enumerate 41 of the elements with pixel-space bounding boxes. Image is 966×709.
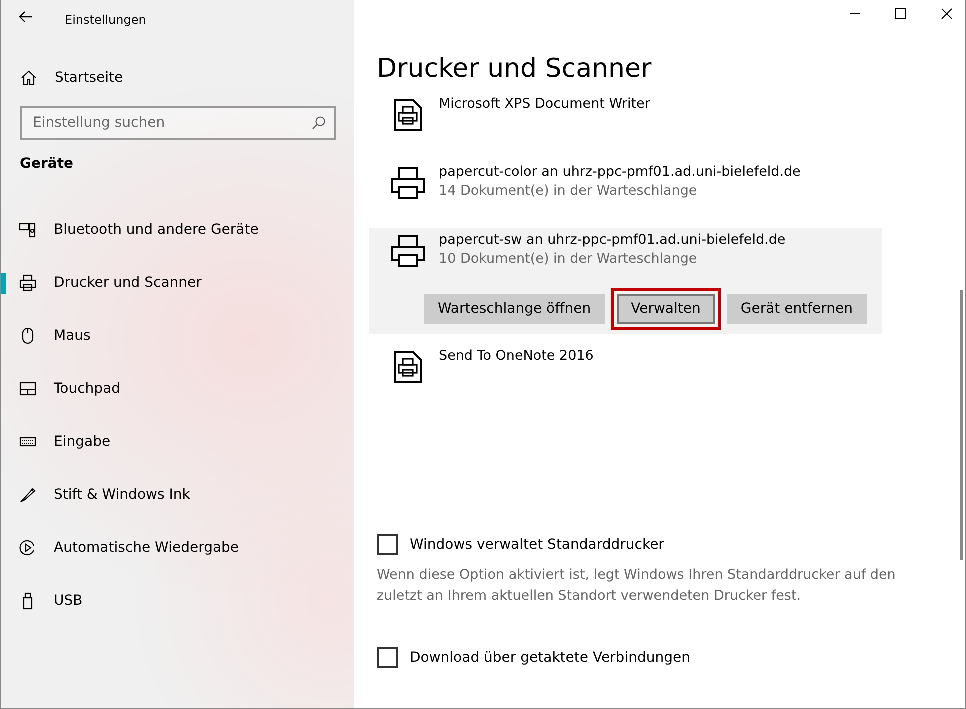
devices-icon bbox=[19, 220, 37, 238]
maximize-icon[interactable] bbox=[895, 8, 907, 20]
nav-item[interactable]: Automatische Wiedergabe bbox=[1, 521, 354, 574]
search-icon bbox=[312, 116, 326, 130]
nav-item[interactable]: Stift & Windows Ink bbox=[1, 468, 354, 521]
checkbox-label[interactable]: Windows verwaltet Standarddrucker bbox=[410, 536, 664, 552]
touchpad-icon bbox=[19, 380, 37, 398]
search-field[interactable]: Einstellung suchen bbox=[20, 106, 336, 140]
printer-icon bbox=[390, 234, 426, 268]
printer-name: papercut-sw an uhrz-ppc-pmf01.ad.uni-bielefeld.de bbox=[439, 232, 786, 248]
printer-name: Send To OneNote 2016 bbox=[439, 348, 594, 364]
printer-icon bbox=[390, 166, 426, 200]
scrollbar-thumb[interactable] bbox=[960, 290, 963, 560]
checkbox[interactable] bbox=[377, 647, 398, 668]
nav-item[interactable]: Eingabe bbox=[1, 415, 354, 468]
window-title: Einstellungen bbox=[65, 13, 146, 27]
close-icon[interactable] bbox=[941, 8, 953, 20]
action-button[interactable]: Verwalten bbox=[617, 294, 715, 324]
page-heading: Drucker und Scanner bbox=[377, 54, 653, 84]
nav-item[interactable]: Touchpad bbox=[1, 362, 354, 415]
checkbox-label[interactable]: Download über getaktete Verbindungen bbox=[410, 650, 690, 666]
printer-name: Microsoft XPS Document Writer bbox=[439, 96, 650, 112]
printer-icon bbox=[19, 274, 37, 292]
queue-status: 10 Dokument(e) in der Warteschlange bbox=[439, 250, 698, 267]
printer-panel[interactable]: papercut-sw an uhrz-ppc-pmf01.ad.uni-bielefeld.de 10 Dokument(e) in der Warteschlange Warteschlange öffnen Verwalten Gerät entfernen bbox=[369, 228, 882, 334]
nav-item[interactable]: USB bbox=[1, 574, 354, 627]
nav-item[interactable]: Drucker und Scanner bbox=[1, 256, 354, 309]
nav-item[interactable]: Bluetooth und andere Geräte bbox=[1, 203, 354, 256]
action-button[interactable]: Gerät entfernen bbox=[726, 294, 867, 324]
action-button[interactable]: Warteschlange öffnen bbox=[424, 294, 606, 324]
home-link[interactable]: Startseite bbox=[1, 40, 354, 86]
nav-item[interactable]: Maus bbox=[1, 309, 354, 362]
pen-icon bbox=[19, 486, 37, 504]
printer-name: papercut-color an uhrz-ppc-pmf01.ad.uni-bielefeld.de bbox=[439, 164, 801, 180]
section-heading: Geräte bbox=[19, 155, 75, 172]
home-icon bbox=[21, 70, 37, 86]
play-icon bbox=[19, 538, 37, 556]
back-icon[interactable] bbox=[19, 11, 33, 23]
option-description: Wenn diese Option aktiviert ist, legt Windows Ihren Standarddrucker auf den zuletzt an Ihrem aktuellen Standort verwendeten Drucker fest. bbox=[377, 566, 897, 606]
queue-status: 14 Dokument(e) in der Warteschlange bbox=[439, 182, 698, 199]
checkbox[interactable] bbox=[377, 534, 398, 555]
